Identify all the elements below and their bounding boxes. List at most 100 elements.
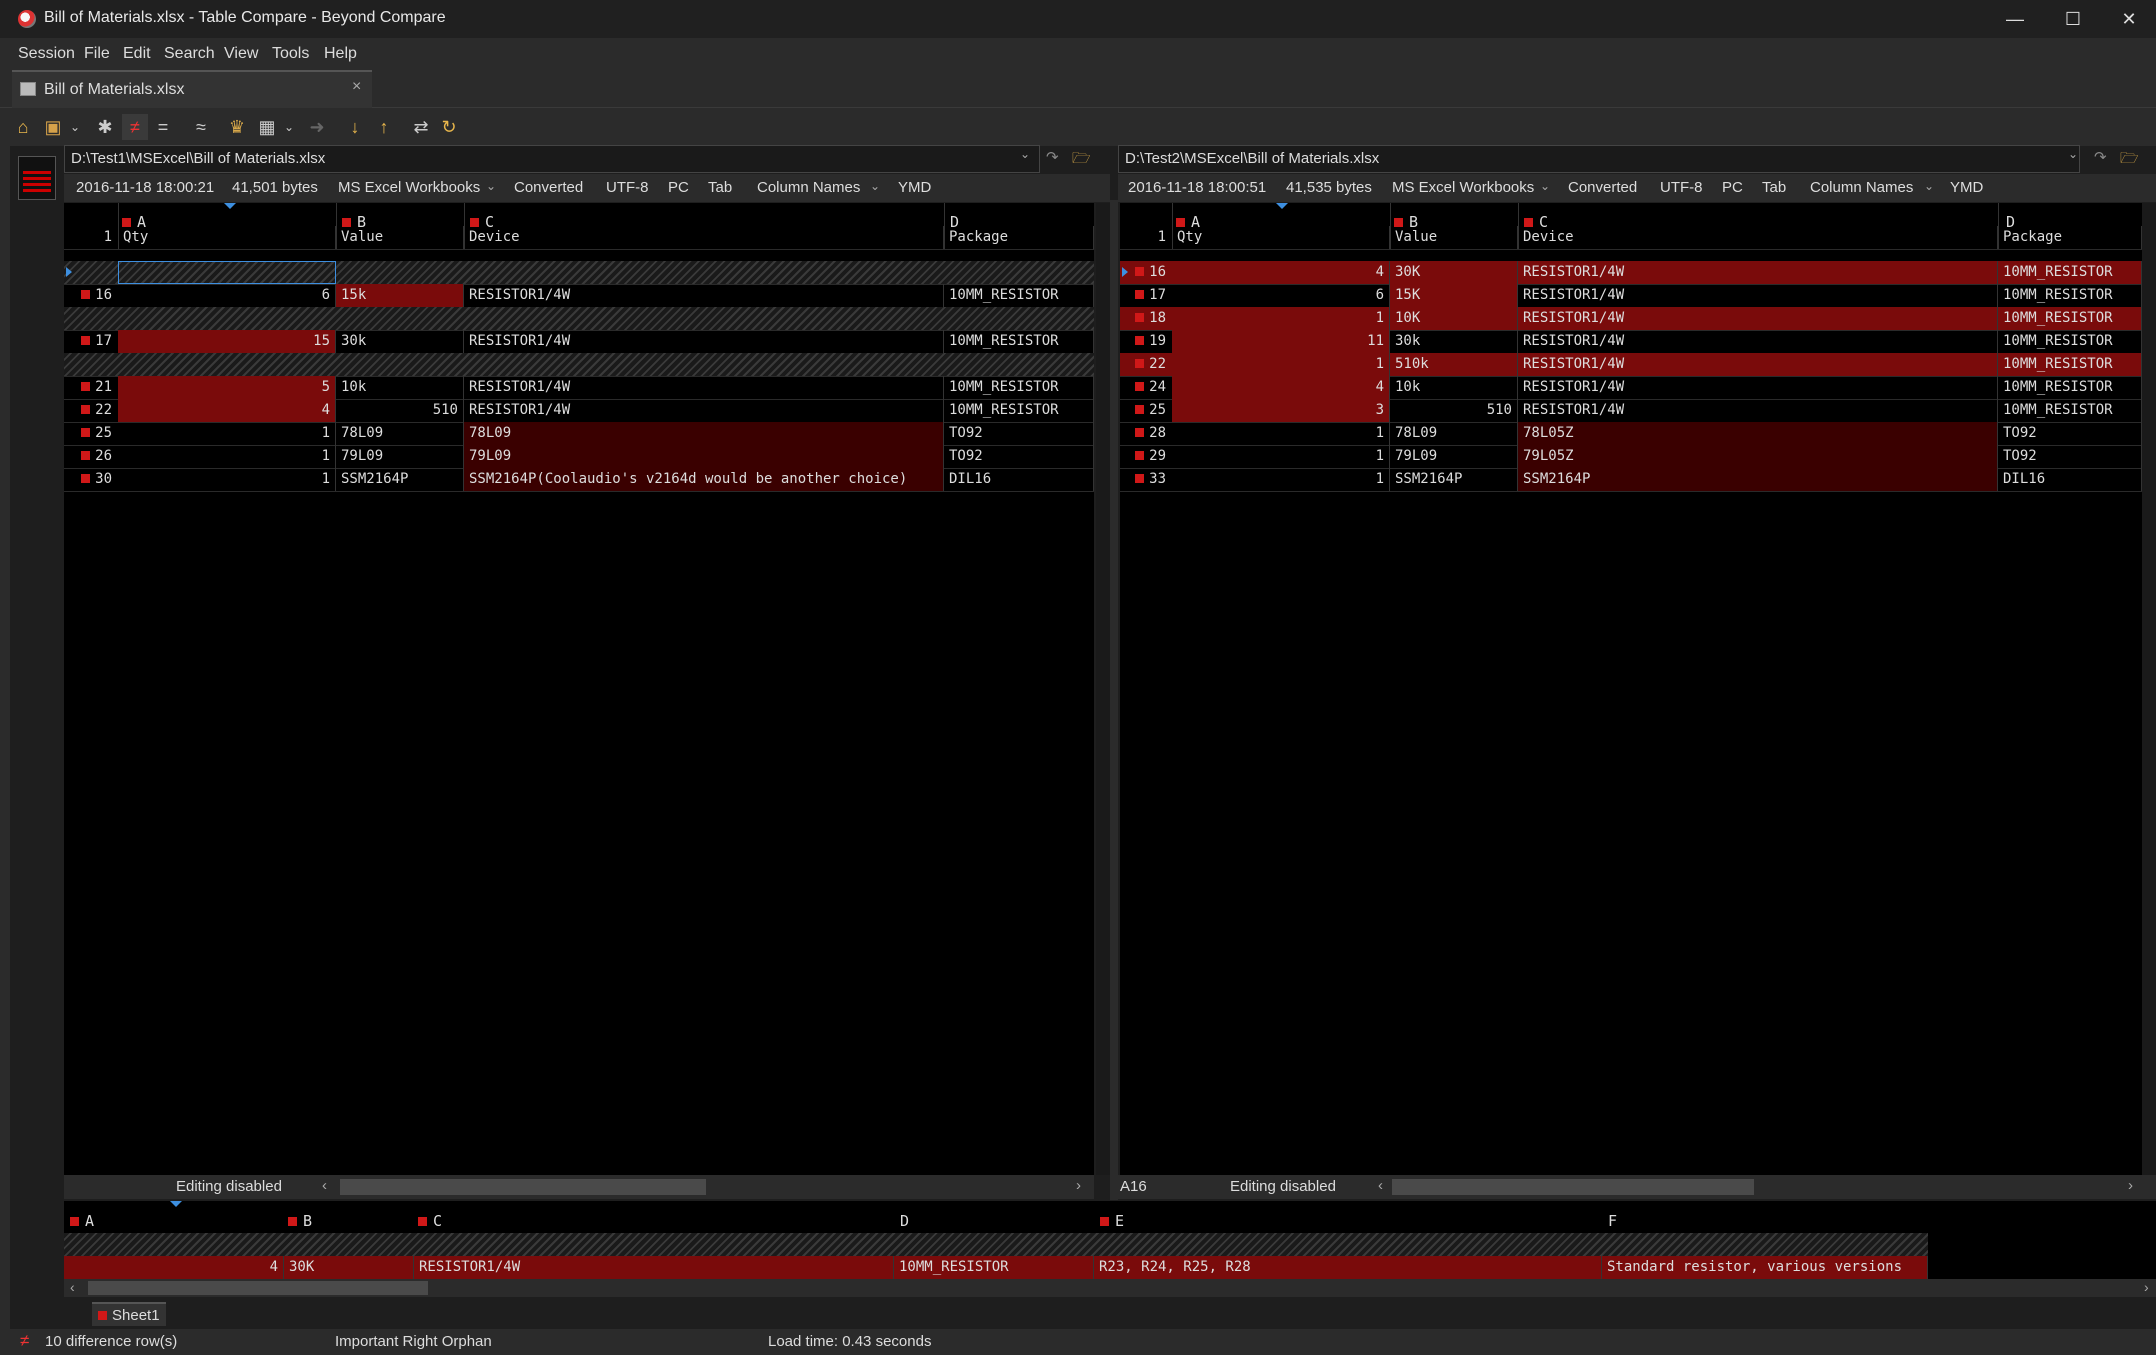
table-cell[interactable]: 79L05Z xyxy=(1518,445,1998,468)
table-row[interactable] xyxy=(64,261,1094,285)
table-cell[interactable]: 10K xyxy=(1390,307,1518,330)
scroll-left-icon[interactable]: ‹ xyxy=(70,1279,75,1295)
left-recent-icon[interactable]: ↷ xyxy=(1046,148,1059,166)
table-cell[interactable]: 4 xyxy=(118,399,336,422)
table-row[interactable]: 16 4 30K RESISTOR1/4W 10MM_RESISTOR xyxy=(1120,261,2142,285)
table-cell[interactable]: RESISTOR1/4W xyxy=(1518,330,1998,353)
right-format[interactable]: MS Excel Workbooks xyxy=(1392,179,1534,196)
table-cell[interactable]: SSM2164P(Coolaudio's v2164d would be ano… xyxy=(464,468,944,491)
maximize-button[interactable]: ☐ xyxy=(2042,0,2104,38)
left-grid[interactable]: A B C D 1 Qty Value Device Package 16 6 15… xyxy=(64,203,1094,1175)
right-open-folder-icon[interactable]: 🗁 xyxy=(2120,148,2139,173)
table-row[interactable]: 19 11 30k RESISTOR1/4W 10MM_RESISTOR xyxy=(1120,330,2142,354)
table-cell[interactable]: 30k xyxy=(1390,330,1518,353)
next-diff-icon[interactable]: ↓ xyxy=(342,114,368,140)
table-cell[interactable]: 510 xyxy=(1390,399,1518,422)
table-cell[interactable]: 10MM_RESISTOR xyxy=(1998,261,2142,284)
format-chevron-down-icon[interactable]: ⌄ xyxy=(276,114,302,140)
close-button[interactable]: ✕ xyxy=(2098,0,2156,38)
table-row[interactable]: 33 1 SSM2164P SSM2164P DIL16 xyxy=(1120,468,2142,492)
table-cell[interactable]: 30K xyxy=(1390,261,1518,284)
selected-cell[interactable] xyxy=(118,261,336,284)
table-row[interactable]: 30 1 SSM2164P SSM2164P(Coolaudio's v2164d w… xyxy=(64,468,1094,492)
table-cell[interactable]: 10MM_RESISTOR xyxy=(944,399,1094,422)
table-cell[interactable]: TO92 xyxy=(944,422,1094,445)
table-cell[interactable]: 78L09 xyxy=(336,422,464,445)
similar-icon[interactable]: ≈ xyxy=(188,114,214,140)
detail-col-a[interactable]: A xyxy=(85,1212,94,1230)
table-cell[interactable]: 10MM_RESISTOR xyxy=(1998,376,2142,399)
session-tab[interactable]: Bill of Materials.xlsx × xyxy=(12,70,372,108)
right-horizontal-scroll-thumb[interactable] xyxy=(1392,1179,1754,1195)
left-header-chevron-icon[interactable]: ⌄ xyxy=(870,179,880,193)
right-header-chevron-icon[interactable]: ⌄ xyxy=(1924,179,1934,193)
prev-diff-icon[interactable]: ↑ xyxy=(371,114,397,140)
table-cell[interactable]: 10MM_RESISTOR xyxy=(944,330,1094,353)
right-lineend[interactable]: PC xyxy=(1722,179,1743,196)
table-cell[interactable]: 15 xyxy=(118,330,336,353)
table-cell[interactable]: 15k xyxy=(336,284,464,307)
detail-scrollbar[interactable]: ‹ › xyxy=(64,1279,2156,1297)
table-row[interactable]: 17 15 30k RESISTOR1/4W 10MM_RESISTOR xyxy=(64,330,1094,354)
table-cell[interactable]: 11 xyxy=(1172,330,1390,353)
right-format-chevron-icon[interactable]: ⌄ xyxy=(1540,179,1550,193)
table-cell[interactable]: RESISTOR1/4W xyxy=(1518,307,1998,330)
table-row[interactable]: 29 1 79L09 79L05Z TO92 xyxy=(1120,445,2142,469)
table-cell[interactable]: 4 xyxy=(1172,261,1390,284)
right-delim[interactable]: Tab xyxy=(1762,179,1786,196)
pane-splitter[interactable] xyxy=(1110,200,1118,1200)
left-converted[interactable]: Converted xyxy=(514,179,583,196)
table-cell[interactable]: RESISTOR1/4W xyxy=(1518,376,1998,399)
table-cell[interactable]: 1 xyxy=(1172,468,1390,491)
table-row[interactable]: 28 1 78L09 78L05Z TO92 xyxy=(1120,422,2142,446)
left-horizontal-scroll-thumb[interactable] xyxy=(340,1179,706,1195)
table-cell[interactable]: SSM2164P xyxy=(336,468,464,491)
table-cell[interactable]: TO92 xyxy=(1998,445,2142,468)
right-grid[interactable]: A B C D 1 Qty Value Device Package 16 4 30… xyxy=(1120,203,2142,1175)
detail-col-c[interactable]: C xyxy=(433,1212,442,1230)
table-cell[interactable]: 10MM_RESISTOR xyxy=(1998,353,2142,376)
table-cell[interactable]: DIL16 xyxy=(1998,468,2142,491)
left-lineend[interactable]: PC xyxy=(668,179,689,196)
right-date[interactable]: YMD xyxy=(1950,179,1983,196)
chevron-down-icon[interactable]: ⌄ xyxy=(62,114,88,140)
thumbnail-overview[interactable] xyxy=(18,156,56,200)
table-cell[interactable]: 10MM_RESISTOR xyxy=(1998,330,2142,353)
left-path-chevron-down-icon[interactable]: ⌄ xyxy=(1020,147,1030,161)
menu-help[interactable]: Help xyxy=(324,45,357,63)
table-row[interactable]: 25 3 510 RESISTOR1/4W 10MM_RESISTOR xyxy=(1120,399,2142,423)
right-recent-icon[interactable]: ↷ xyxy=(2094,148,2107,166)
table-row[interactable] xyxy=(64,353,1094,377)
right-header[interactable]: Column Names xyxy=(1810,179,1913,196)
right-converted[interactable]: Converted xyxy=(1568,179,1637,196)
detail-col-e[interactable]: E xyxy=(1115,1212,1124,1230)
table-cell[interactable]: RESISTOR1/4W xyxy=(464,330,944,353)
table-cell[interactable]: 79L09 xyxy=(464,445,944,468)
all-icon[interactable]: ✱ xyxy=(92,114,118,140)
table-cell[interactable]: 78L09 xyxy=(464,422,944,445)
left-encoding[interactable]: UTF-8 xyxy=(606,179,649,196)
table-row[interactable]: 18 1 10K RESISTOR1/4W 10MM_RESISTOR xyxy=(1120,307,2142,331)
table-cell[interactable]: 1 xyxy=(1172,353,1390,376)
table-row[interactable]: 22 4 510 RESISTOR1/4W 10MM_RESISTOR xyxy=(64,399,1094,423)
refresh-icon[interactable]: ↻ xyxy=(436,114,462,140)
detail-scroll-thumb[interactable] xyxy=(88,1281,428,1295)
left-header[interactable]: Column Names xyxy=(757,179,860,196)
table-cell[interactable]: SSM2164P xyxy=(1390,468,1518,491)
table-cell[interactable]: 1 xyxy=(118,445,336,468)
table-cell[interactable]: RESISTOR1/4W xyxy=(1518,353,1998,376)
table-cell[interactable]: 10MM_RESISTOR xyxy=(944,376,1094,399)
right-path-field[interactable]: D:\Test2\MSExcel\Bill of Materials.xlsx xyxy=(1118,145,2080,173)
copy-icon[interactable]: ➜ xyxy=(304,114,330,140)
scroll-left-icon[interactable]: ‹ xyxy=(322,1177,327,1194)
home-icon[interactable]: ⌂ xyxy=(10,114,36,140)
table-row[interactable]: 21 5 10k RESISTOR1/4W 10MM_RESISTOR xyxy=(64,376,1094,400)
table-row[interactable]: 16 6 15k RESISTOR1/4W 10MM_RESISTOR xyxy=(64,284,1094,308)
left-format-chevron-icon[interactable]: ⌄ xyxy=(486,179,496,193)
sheet-tab[interactable]: Sheet1 xyxy=(92,1302,166,1326)
diffs-icon[interactable]: ≠ xyxy=(122,114,148,140)
minimize-button[interactable]: — xyxy=(1984,0,2046,38)
table-cell[interactable]: 10MM_RESISTOR xyxy=(1998,307,2142,330)
detail-pane[interactable]: A B C D E F 4 30K RESISTOR1/4W 10MM_RESI… xyxy=(64,1201,2156,1280)
table-cell[interactable]: 3 xyxy=(1172,399,1390,422)
